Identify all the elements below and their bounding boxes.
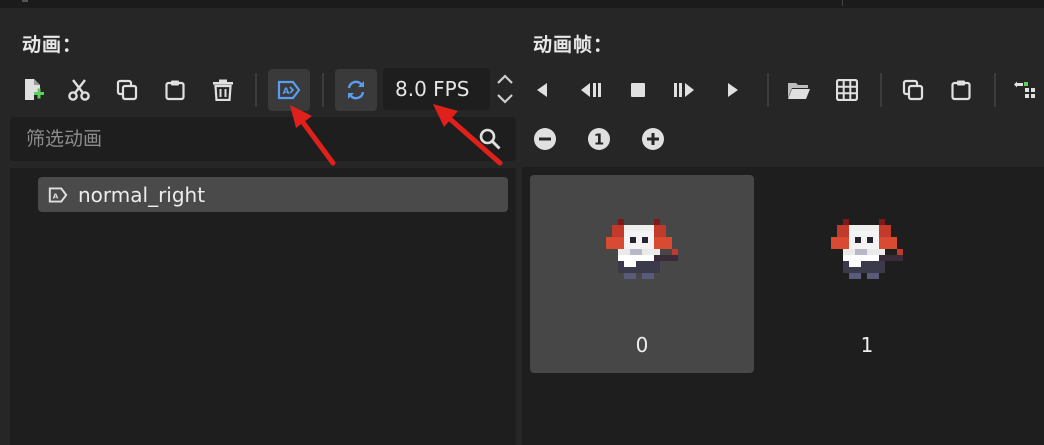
- chevron-up-icon[interactable]: [494, 70, 516, 88]
- top-strip-divider: [842, 0, 843, 6]
- plus-circle-icon: [642, 128, 664, 150]
- scissors-icon: [68, 79, 90, 101]
- top-strip-mark: [22, 0, 28, 2]
- toolbar-separator: [767, 73, 769, 107]
- top-strip: [0, 0, 1044, 8]
- frame-index: 1: [860, 333, 874, 357]
- frame-index: 0: [635, 333, 649, 357]
- toolbar-separator: [994, 73, 996, 107]
- animation-item-label: normal_right: [78, 182, 206, 207]
- filter-animations-field[interactable]: [10, 117, 516, 161]
- play-from-current-button[interactable]: [664, 69, 706, 111]
- stop-icon: [631, 83, 645, 97]
- trash-icon: [213, 79, 233, 101]
- paste-animation-button[interactable]: [154, 69, 196, 111]
- minus-circle-icon: [534, 128, 556, 150]
- step-backward-icon: [581, 83, 601, 97]
- play-icon: [728, 83, 738, 97]
- animation-icon: A: [48, 186, 68, 203]
- paste-icon: [951, 80, 971, 101]
- zoom-in-button[interactable]: [640, 126, 666, 152]
- svg-text:A: A: [283, 87, 290, 97]
- frames-grid: 0 1: [522, 167, 1044, 445]
- zoom-reset-button[interactable]: 1: [586, 126, 612, 152]
- toolbar-separator: [255, 73, 257, 107]
- toolbar-separator: [880, 73, 882, 107]
- play-backwards-from-end-button[interactable]: [521, 69, 563, 111]
- animations-title: 动画：: [22, 34, 83, 56]
- insert-frame-before-button[interactable]: [1006, 69, 1044, 111]
- play-reverse-icon: [537, 83, 547, 97]
- chevron-down-icon[interactable]: [494, 90, 516, 108]
- autoplay-icon: A: [277, 80, 301, 100]
- fps-value: 8.0 FPS: [395, 77, 470, 101]
- step-forward-icon: [674, 83, 694, 97]
- new-file-icon: [25, 79, 44, 100]
- copy-frame-button[interactable]: [892, 69, 934, 111]
- copy-icon: [902, 79, 924, 101]
- paste-icon: [165, 80, 185, 101]
- paste-frame-button[interactable]: [940, 69, 982, 111]
- zoom-reset-label: 1: [594, 131, 604, 149]
- play-forward-button[interactable]: [712, 69, 754, 111]
- insert-icon: [1014, 81, 1035, 98]
- play-backwards-button[interactable]: [569, 69, 611, 111]
- svg-text:A: A: [53, 191, 59, 200]
- one-circle-icon: 1: [588, 128, 610, 150]
- sprite-thumbnail: [606, 219, 678, 279]
- copy-animation-button[interactable]: [106, 69, 148, 111]
- fps-spinner[interactable]: [494, 70, 516, 110]
- stop-button[interactable]: [617, 69, 659, 111]
- animation-item-normal-right[interactable]: A normal_right: [38, 177, 508, 212]
- animation-frames-title: 动画帧：: [533, 34, 614, 56]
- cut-animation-button[interactable]: [58, 69, 100, 111]
- search-icon: [479, 128, 501, 150]
- add-frames-from-spritesheet-button[interactable]: [826, 69, 868, 111]
- loop-icon: [347, 80, 365, 100]
- filter-animations-input[interactable]: [24, 127, 468, 151]
- autoplay-on-load-button[interactable]: A: [268, 69, 310, 111]
- fps-spinbox[interactable]: 8.0 FPS: [383, 68, 490, 110]
- animation-list: A normal_right: [10, 168, 516, 445]
- folder-icon: [788, 83, 810, 99]
- frame-item-0[interactable]: 0: [530, 175, 754, 373]
- zoom-out-button[interactable]: [532, 126, 558, 152]
- new-animation-button[interactable]: [12, 69, 54, 111]
- delete-animation-button[interactable]: [202, 69, 244, 111]
- sprite-thumbnail: [831, 219, 903, 279]
- loop-animation-button[interactable]: [335, 69, 377, 111]
- frame-item-1[interactable]: 1: [755, 175, 979, 373]
- add-frames-from-file-button[interactable]: [778, 69, 820, 111]
- grid-icon: [836, 79, 858, 101]
- toolbar-separator: [322, 73, 324, 107]
- copy-icon: [116, 79, 138, 101]
